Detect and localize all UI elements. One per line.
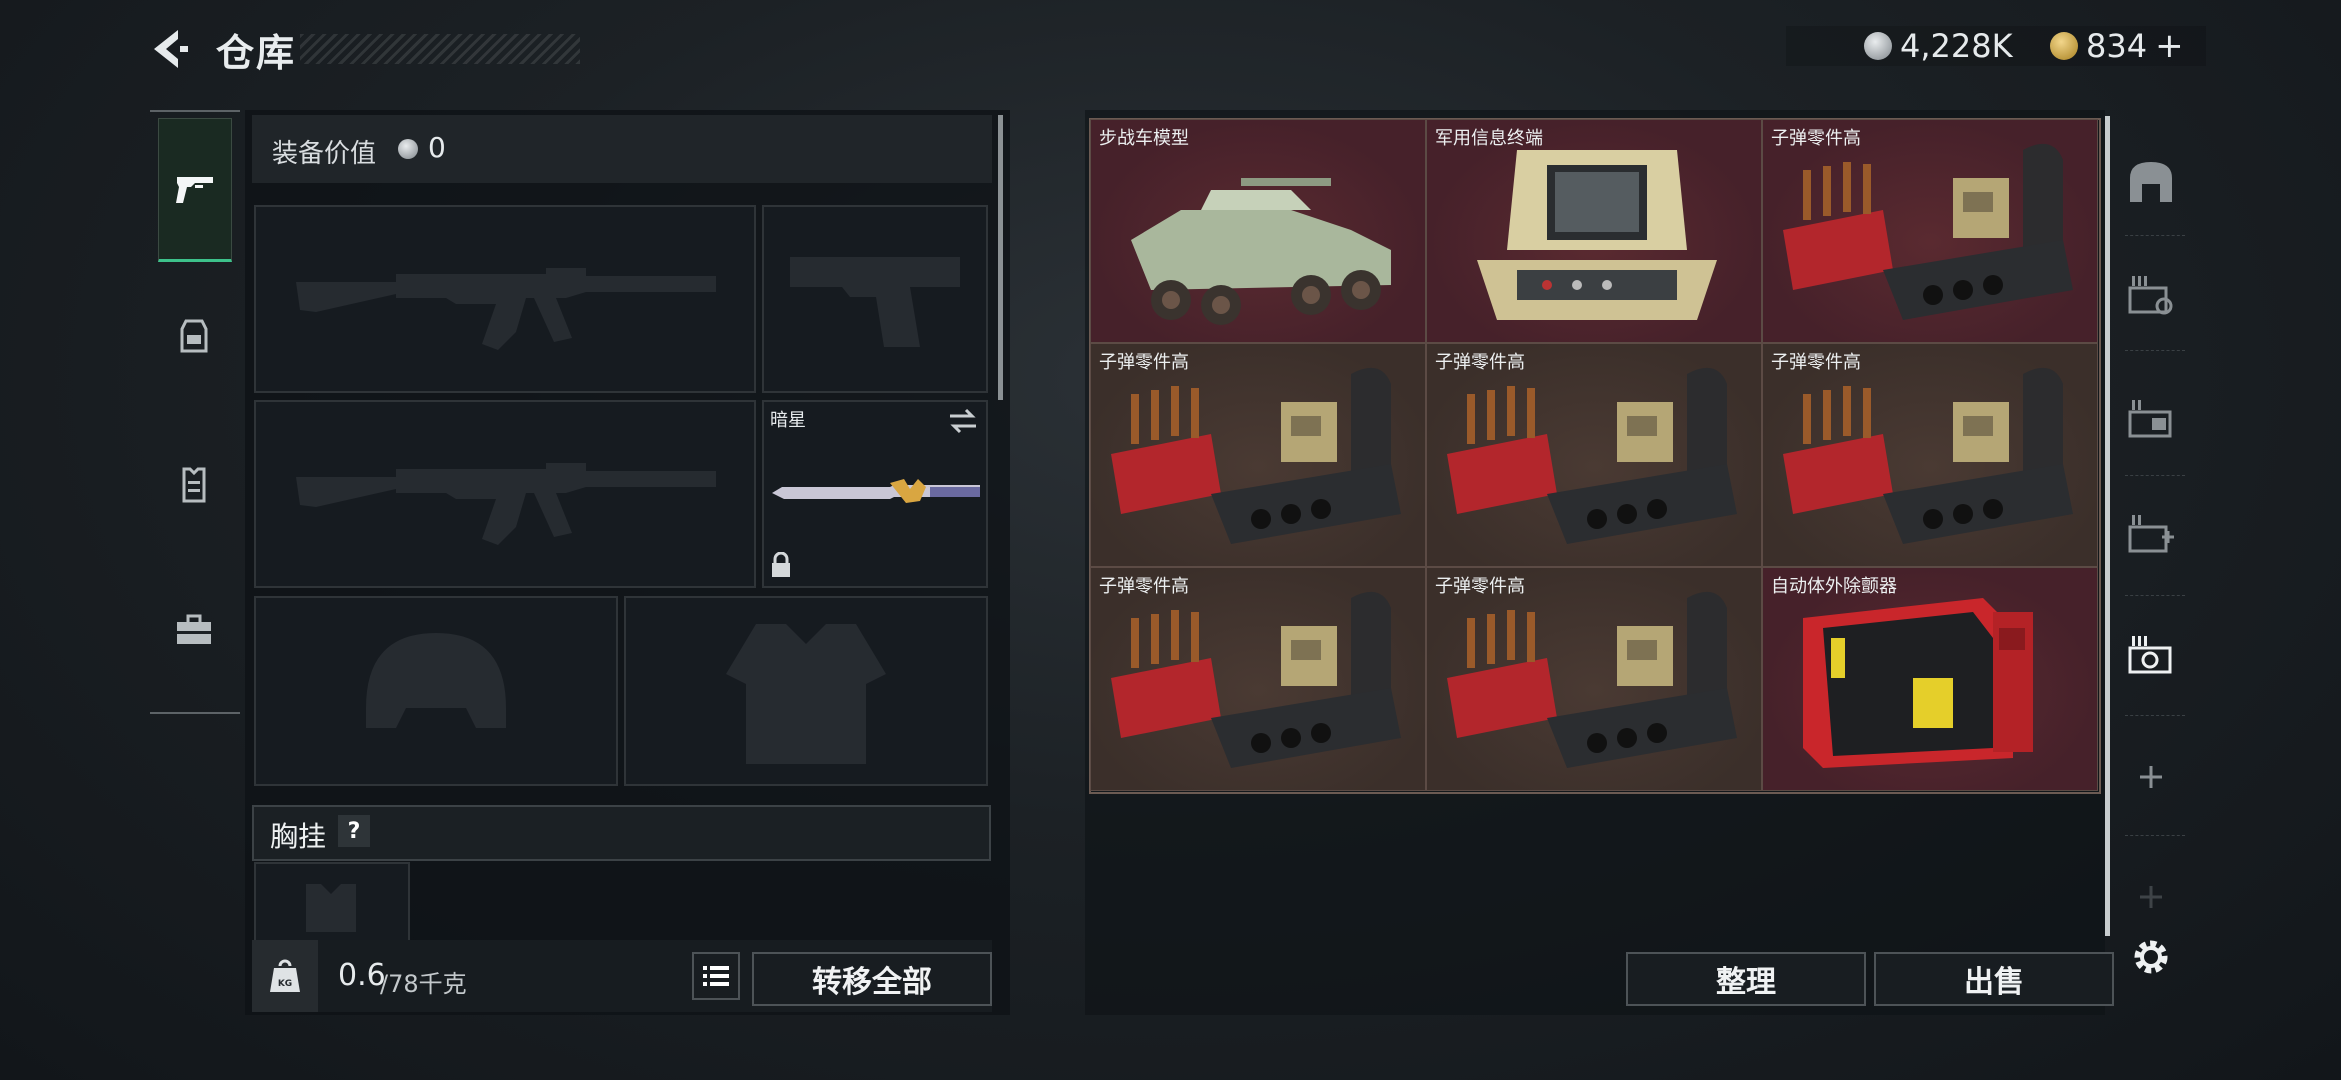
sidebar-home[interactable]	[2122, 152, 2180, 210]
primary-weapon-slot-2[interactable]	[254, 400, 756, 588]
ammo-parts-image	[1111, 591, 1401, 768]
melee-slot[interactable]: 暗星	[762, 400, 988, 588]
weight-max: /78千克	[380, 970, 467, 998]
tab-backpack[interactable]	[158, 265, 230, 405]
sidebar-storage-2[interactable]	[2122, 390, 2180, 448]
storage-1-icon	[2128, 276, 2173, 315]
inventory-item[interactable]: 子弹零件高	[1090, 343, 1426, 567]
storage-4-icon	[2128, 636, 2172, 674]
gold-amount: 834	[2086, 27, 2148, 65]
helmet-slot[interactable]	[254, 596, 618, 786]
home-icon	[2130, 162, 2172, 202]
item-name: 子弹零件高	[1099, 576, 1189, 597]
inventory-item[interactable]: 子弹零件高	[1426, 343, 1762, 567]
settings-icon	[2134, 940, 2168, 974]
list-view-button[interactable]	[692, 952, 740, 1000]
list-icon	[703, 966, 729, 986]
sidebar-storage-4[interactable]	[2122, 626, 2180, 684]
chest-rig-header: 胸挂 ?	[252, 805, 991, 861]
inventory-item[interactable]: 子弹零件高	[1090, 567, 1426, 791]
armor-vest-icon	[182, 467, 206, 503]
swap-icon[interactable]	[948, 408, 978, 434]
item-name: 自动体外除颤器	[1771, 576, 1897, 597]
transfer-all-button[interactable]: 转移全部	[752, 952, 992, 1006]
ammo-parts-image	[1783, 367, 2073, 544]
rifle-silhouette-icon	[296, 268, 716, 350]
back-arrow-icon[interactable]	[148, 26, 190, 72]
sidearm-slot[interactable]	[762, 205, 988, 393]
tab-armor[interactable]	[158, 415, 230, 555]
storage-add-icon	[2128, 515, 2174, 553]
chest-rig-silhouette-icon	[306, 884, 356, 932]
backpack-icon	[180, 319, 208, 353]
item-name: 子弹零件高	[1099, 352, 1189, 373]
item-name: 步战车模型	[1099, 128, 1189, 149]
equipment-value: 0	[428, 131, 446, 164]
body-armor-slot[interactable]	[624, 596, 988, 786]
ammo-parts-image	[1783, 143, 2073, 320]
equipment-value-label: 装备价值	[272, 139, 377, 169]
chest-rig-label: 胸挂	[270, 820, 327, 853]
equipment-value-bar: 装备价值 0	[252, 115, 992, 183]
item-name: 军用信息终端	[1435, 128, 1543, 149]
primary-weapon-slot-1[interactable]	[254, 205, 756, 393]
sidebar-storage-3[interactable]	[2122, 505, 2180, 563]
aed-image	[1803, 598, 2033, 768]
gun-icon	[176, 177, 213, 203]
ammo-parts-image	[1447, 367, 1737, 544]
rifle-silhouette-icon	[296, 463, 716, 545]
ammo-parts-image	[1111, 367, 1401, 544]
gold-currency[interactable]: 834 +	[2050, 26, 2184, 66]
tab-weapons[interactable]	[158, 118, 232, 262]
melee-name: 暗星	[770, 410, 806, 431]
equipment-scrollbar[interactable]	[998, 115, 1003, 400]
inventory-item[interactable]: 军用信息终端	[1426, 119, 1762, 343]
inventory-scrollbar[interactable]	[2105, 116, 2110, 936]
add-icon	[2140, 766, 2162, 788]
add-icon-faded	[2140, 886, 2162, 908]
knife-image	[772, 479, 980, 503]
sidebar-add-2[interactable]	[2122, 868, 2180, 926]
silver-currency: 4,228K	[1864, 26, 2013, 66]
help-button[interactable]: ?	[338, 815, 370, 847]
vest-silhouette-icon	[726, 624, 886, 764]
item-name: 子弹零件高	[1435, 352, 1525, 373]
ammo-parts-image	[1447, 591, 1737, 768]
inventory-item[interactable]: 自动体外除颤器	[1762, 567, 2098, 791]
storage-2-icon	[2128, 400, 2172, 438]
item-name: 子弹零件高	[1771, 128, 1861, 149]
pistol-silhouette-icon	[790, 257, 960, 347]
sell-button[interactable]: 出售	[1874, 952, 2114, 1006]
sidebar-add-1[interactable]	[2122, 748, 2180, 806]
tab-supplies[interactable]	[158, 560, 230, 700]
silver-amount: 4,228K	[1900, 27, 2013, 65]
page-title: 仓库	[216, 31, 297, 75]
inventory-item[interactable]: 子弹零件高	[1762, 119, 2098, 343]
chest-rig-slot[interactable]	[254, 862, 410, 942]
item-name: 子弹零件高	[1435, 576, 1525, 597]
sidebar-storage-1[interactable]	[2122, 266, 2180, 324]
gold-plus-button[interactable]: +	[2155, 26, 2184, 66]
settings-button[interactable]	[2122, 928, 2180, 986]
weight-icon: KG	[252, 940, 318, 1012]
helmet-silhouette-icon	[366, 633, 506, 728]
ifv-model-image	[1131, 178, 1391, 325]
gold-coin-icon	[2050, 32, 2078, 60]
inventory-item[interactable]: 子弹零件高	[1426, 567, 1762, 791]
title-decoration	[300, 34, 580, 64]
svg-text:KG: KG	[278, 979, 292, 989]
inventory-item[interactable]: 子弹零件高	[1762, 343, 2098, 567]
silver-coin-icon	[1864, 32, 1892, 60]
weight-current: 0.6	[338, 958, 386, 993]
inventory-item[interactable]: 步战车模型	[1090, 119, 1426, 343]
lock-icon	[772, 552, 790, 577]
military-terminal-image	[1477, 150, 1717, 320]
item-name: 子弹零件高	[1771, 352, 1861, 373]
toolbox-icon	[177, 614, 211, 644]
silver-coin-icon	[398, 139, 418, 159]
sort-button[interactable]: 整理	[1626, 952, 1866, 1006]
